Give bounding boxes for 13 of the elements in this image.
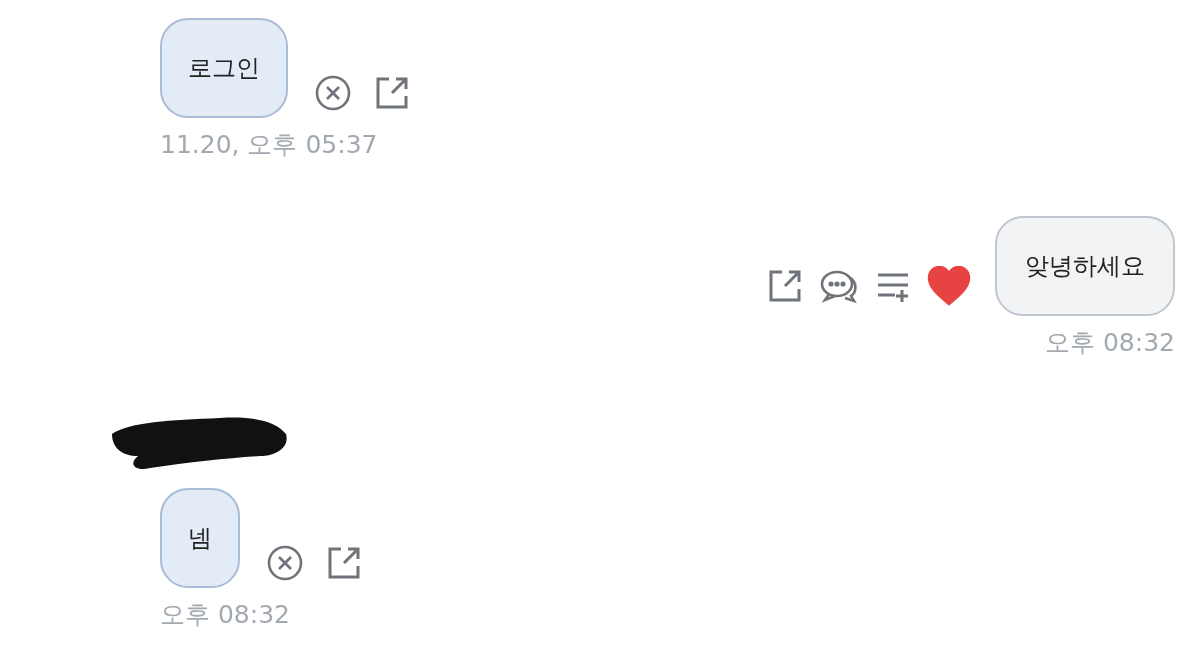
heart-icon[interactable]	[927, 266, 971, 306]
message-bubble: 앚녕하세요	[995, 216, 1175, 316]
share-icon[interactable]	[374, 75, 410, 111]
comment-icon[interactable]	[819, 268, 859, 304]
message-bubble: 넴	[160, 488, 240, 588]
share-icon[interactable]	[767, 268, 803, 304]
message-bubble: 로그인	[160, 18, 288, 118]
message-time: 오후 08:32	[1045, 328, 1175, 358]
close-icon[interactable]	[266, 544, 304, 582]
close-icon[interactable]	[314, 74, 352, 112]
message-time: 11.20, 오후 05:37	[160, 130, 378, 160]
share-icon[interactable]	[326, 545, 362, 581]
message-time: 오후 08:32	[160, 600, 290, 630]
